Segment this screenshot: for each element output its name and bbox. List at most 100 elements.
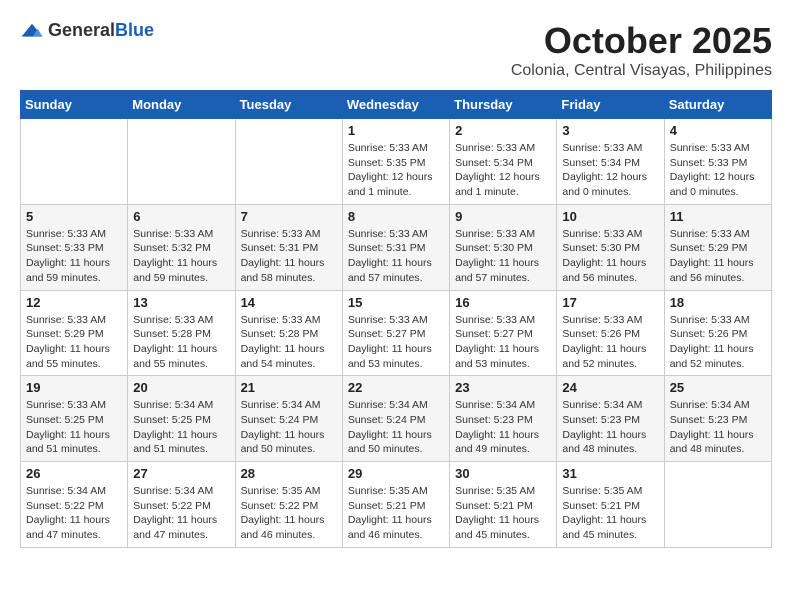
- month-title: October 2025: [511, 20, 772, 62]
- cell-info: Sunrise: 5:34 AM Sunset: 5:23 PM Dayligh…: [455, 398, 551, 457]
- cell-info: Sunrise: 5:34 AM Sunset: 5:23 PM Dayligh…: [670, 398, 766, 457]
- cell-info: Sunrise: 5:33 AM Sunset: 5:34 PM Dayligh…: [455, 141, 551, 200]
- calendar-cell: 22Sunrise: 5:34 AM Sunset: 5:24 PM Dayli…: [342, 376, 449, 462]
- calendar-cell: 8 Sunrise: 5:33 AM Sunset: 5:31 PM Daylig…: [342, 204, 449, 290]
- calendar-cell: [235, 119, 342, 205]
- weekday-header-row: SundayMondayTuesdayWednesdayThursdayFrid…: [21, 91, 772, 119]
- weekday-header-wednesday: Wednesday: [342, 91, 449, 119]
- day-number: 5: [26, 209, 122, 224]
- day-number: 26: [26, 466, 122, 481]
- cell-info: Sunrise: 5:33 AM Sunset: 5:27 PM Dayligh…: [455, 313, 551, 372]
- cell-info: Sunrise: 5:33 AM Sunset: 5:29 PM Dayligh…: [670, 227, 766, 286]
- day-number: 11: [670, 209, 766, 224]
- day-number: 13: [133, 295, 229, 310]
- day-number: 18: [670, 295, 766, 310]
- weekday-header-friday: Friday: [557, 91, 664, 119]
- day-number: 23: [455, 380, 551, 395]
- weekday-header-tuesday: Tuesday: [235, 91, 342, 119]
- calendar-cell: 12Sunrise: 5:33 AM Sunset: 5:29 PM Dayli…: [21, 290, 128, 376]
- calendar-cell: 18 Sunrise: 5:33 AM Sunset: 5:26 PM Dayli…: [664, 290, 771, 376]
- calendar-cell: 25Sunrise: 5:34 AM Sunset: 5:23 PM Dayli…: [664, 376, 771, 462]
- day-number: 17: [562, 295, 658, 310]
- title-area: October 2025 Colonia, Central Visayas, P…: [511, 20, 772, 80]
- day-number: 27: [133, 466, 229, 481]
- calendar-cell: 17 Sunrise: 5:33 AM Sunset: 5:26 PM Dayli…: [557, 290, 664, 376]
- calendar-cell: 10Sunrise: 5:33 AM Sunset: 5:30 PM Dayli…: [557, 204, 664, 290]
- cell-info: Sunrise: 5:33 AM Sunset: 5:29 PM Dayligh…: [26, 313, 122, 372]
- cell-info: Sunrise: 5:33 AM Sunset: 5:33 PM Dayligh…: [26, 227, 122, 286]
- day-number: 10: [562, 209, 658, 224]
- calendar-cell: 14 Sunrise: 5:33 AM Sunset: 5:28 PM Dayli…: [235, 290, 342, 376]
- cell-info: Sunrise: 5:33 AM Sunset: 5:32 PM Dayligh…: [133, 227, 229, 286]
- day-number: 16: [455, 295, 551, 310]
- calendar-cell: 30Sunrise: 5:35 AM Sunset: 5:21 PM Dayli…: [450, 462, 557, 548]
- calendar-table: SundayMondayTuesdayWednesdayThursdayFrid…: [20, 90, 772, 548]
- day-number: 14: [241, 295, 337, 310]
- cell-info: Sunrise: 5:34 AM Sunset: 5:22 PM Dayligh…: [133, 484, 229, 543]
- calendar-cell: 1 Sunrise: 5:33 AM Sunset: 5:35 PM Daylig…: [342, 119, 449, 205]
- calendar-cell: [664, 462, 771, 548]
- cell-info: Sunrise: 5:34 AM Sunset: 5:25 PM Dayligh…: [133, 398, 229, 457]
- calendar-cell: 2 Sunrise: 5:33 AM Sunset: 5:34 PM Daylig…: [450, 119, 557, 205]
- cell-info: Sunrise: 5:33 AM Sunset: 5:30 PM Dayligh…: [455, 227, 551, 286]
- day-number: 29: [348, 466, 444, 481]
- cell-info: Sunrise: 5:33 AM Sunset: 5:26 PM Dayligh…: [670, 313, 766, 372]
- calendar-week-row: 5 Sunrise: 5:33 AM Sunset: 5:33 PM Daylig…: [21, 204, 772, 290]
- calendar-week-row: 1 Sunrise: 5:33 AM Sunset: 5:35 PM Daylig…: [21, 119, 772, 205]
- calendar-week-row: 19Sunrise: 5:33 AM Sunset: 5:25 PM Dayli…: [21, 376, 772, 462]
- location-title: Colonia, Central Visayas, Philippines: [511, 62, 772, 80]
- calendar-cell: 5 Sunrise: 5:33 AM Sunset: 5:33 PM Daylig…: [21, 204, 128, 290]
- day-number: 28: [241, 466, 337, 481]
- cell-info: Sunrise: 5:35 AM Sunset: 5:22 PM Dayligh…: [241, 484, 337, 543]
- day-number: 22: [348, 380, 444, 395]
- cell-info: Sunrise: 5:33 AM Sunset: 5:31 PM Dayligh…: [348, 227, 444, 286]
- day-number: 1: [348, 123, 444, 138]
- cell-info: Sunrise: 5:33 AM Sunset: 5:33 PM Dayligh…: [670, 141, 766, 200]
- cell-info: Sunrise: 5:34 AM Sunset: 5:24 PM Dayligh…: [241, 398, 337, 457]
- calendar-week-row: 26 Sunrise: 5:34 AM Sunset: 5:22 PM Dayli…: [21, 462, 772, 548]
- calendar-cell: 21 Sunrise: 5:34 AM Sunset: 5:24 PM Dayli…: [235, 376, 342, 462]
- weekday-header-monday: Monday: [128, 91, 235, 119]
- cell-info: Sunrise: 5:33 AM Sunset: 5:26 PM Dayligh…: [562, 313, 658, 372]
- day-number: 7: [241, 209, 337, 224]
- cell-info: Sunrise: 5:33 AM Sunset: 5:27 PM Dayligh…: [348, 313, 444, 372]
- calendar-cell: 20 Sunrise: 5:34 AM Sunset: 5:25 PM Dayli…: [128, 376, 235, 462]
- calendar-cell: 3 Sunrise: 5:33 AM Sunset: 5:34 PM Daylig…: [557, 119, 664, 205]
- calendar-cell: 4 Sunrise: 5:33 AM Sunset: 5:33 PM Daylig…: [664, 119, 771, 205]
- calendar-cell: 19Sunrise: 5:33 AM Sunset: 5:25 PM Dayli…: [21, 376, 128, 462]
- calendar-cell: [21, 119, 128, 205]
- weekday-header-saturday: Saturday: [664, 91, 771, 119]
- day-number: 24: [562, 380, 658, 395]
- calendar-cell: 9Sunrise: 5:33 AM Sunset: 5:30 PM Daylig…: [450, 204, 557, 290]
- calendar-cell: 16 Sunrise: 5:33 AM Sunset: 5:27 PM Dayli…: [450, 290, 557, 376]
- day-number: 2: [455, 123, 551, 138]
- cell-info: Sunrise: 5:33 AM Sunset: 5:28 PM Dayligh…: [133, 313, 229, 372]
- calendar-cell: 15 Sunrise: 5:33 AM Sunset: 5:27 PM Dayli…: [342, 290, 449, 376]
- calendar-cell: 23 Sunrise: 5:34 AM Sunset: 5:23 PM Dayli…: [450, 376, 557, 462]
- cell-info: Sunrise: 5:35 AM Sunset: 5:21 PM Dayligh…: [455, 484, 551, 543]
- day-number: 4: [670, 123, 766, 138]
- cell-info: Sunrise: 5:35 AM Sunset: 5:21 PM Dayligh…: [348, 484, 444, 543]
- logo-blue-text: Blue: [115, 20, 154, 40]
- day-number: 15: [348, 295, 444, 310]
- cell-info: Sunrise: 5:33 AM Sunset: 5:35 PM Dayligh…: [348, 141, 444, 200]
- calendar-cell: 13 Sunrise: 5:33 AM Sunset: 5:28 PM Dayli…: [128, 290, 235, 376]
- calendar-cell: 24Sunrise: 5:34 AM Sunset: 5:23 PM Dayli…: [557, 376, 664, 462]
- calendar-cell: 11 Sunrise: 5:33 AM Sunset: 5:29 PM Dayli…: [664, 204, 771, 290]
- calendar-cell: 6Sunrise: 5:33 AM Sunset: 5:32 PM Daylig…: [128, 204, 235, 290]
- cell-info: Sunrise: 5:33 AM Sunset: 5:28 PM Dayligh…: [241, 313, 337, 372]
- day-number: 8: [348, 209, 444, 224]
- header: GeneralBlue October 2025 Colonia, Centra…: [20, 20, 772, 80]
- weekday-header-sunday: Sunday: [21, 91, 128, 119]
- weekday-header-thursday: Thursday: [450, 91, 557, 119]
- calendar-cell: 26Sunrise: 5:34 AM Sunset: 5:22 PM Dayli…: [21, 462, 128, 548]
- day-number: 19: [26, 380, 122, 395]
- cell-info: Sunrise: 5:33 AM Sunset: 5:34 PM Dayligh…: [562, 141, 658, 200]
- day-number: 20: [133, 380, 229, 395]
- calendar-cell: [128, 119, 235, 205]
- day-number: 21: [241, 380, 337, 395]
- calendar-cell: 29 Sunrise: 5:35 AM Sunset: 5:21 PM Dayli…: [342, 462, 449, 548]
- calendar-cell: 28 Sunrise: 5:35 AM Sunset: 5:22 PM Dayli…: [235, 462, 342, 548]
- calendar-cell: 7Sunrise: 5:33 AM Sunset: 5:31 PM Daylig…: [235, 204, 342, 290]
- day-number: 3: [562, 123, 658, 138]
